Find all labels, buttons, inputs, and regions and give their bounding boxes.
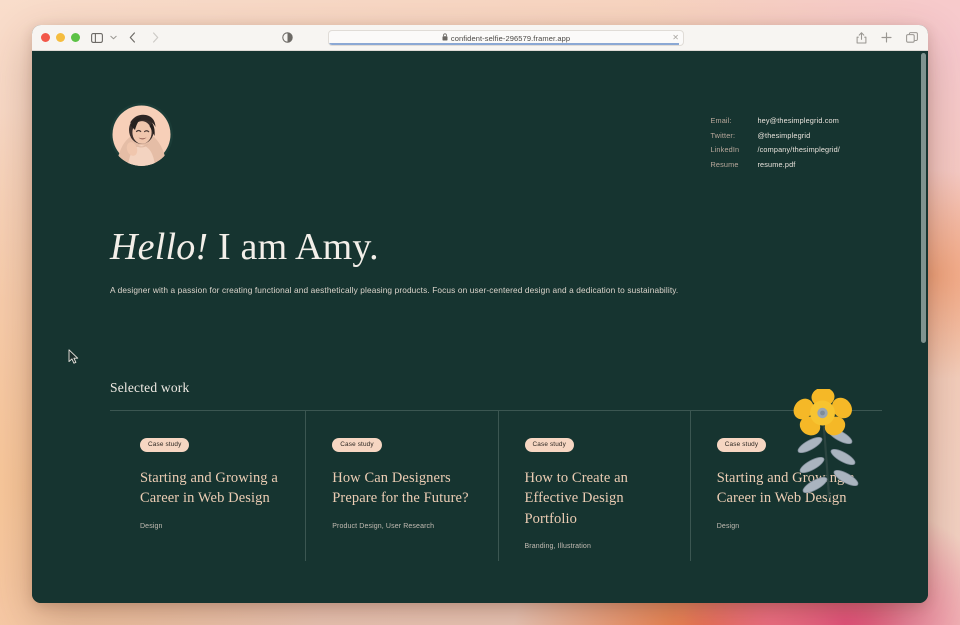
hero-section: Hello! I am Amy. A designer with a passi…	[110, 227, 882, 296]
stop-loading-icon[interactable]: ✕	[672, 34, 679, 42]
contact-value-twitter[interactable]: @thesimplegrid	[757, 129, 810, 144]
page-load-progress	[329, 43, 680, 45]
selected-work-section: Selected work Case study Starting and Gr…	[110, 380, 882, 562]
sidebar-chevron-down-icon[interactable]	[110, 35, 117, 40]
card-tags: Branding, Illustration	[524, 543, 591, 551]
card-title: Starting and Growing a Career in Web Des…	[140, 469, 278, 507]
contact-label: Resume	[710, 159, 739, 169]
contact-row: Email: hey@thesimplegrid.com	[710, 114, 840, 129]
status-badge: Case study	[332, 438, 382, 452]
browser-window: confident-selfie-296579.framer.app ✕ Ema…	[32, 25, 928, 603]
contact-value-resume[interactable]: resume.pdf	[757, 158, 795, 173]
case-study-card-list: Case study Starting and Growing a Career…	[110, 410, 882, 562]
case-study-card[interactable]: Case study How Can Designers Prepare for…	[305, 411, 497, 562]
url-text: confident-selfie-296579.framer.app	[450, 33, 571, 43]
site-header: Email: hey@thesimplegrid.com Twitter: @t…	[110, 51, 882, 172]
card-tags: Product Design, User Research	[332, 522, 435, 530]
privacy-shield-icon[interactable]	[282, 32, 293, 43]
contact-label: Email:	[710, 116, 732, 125]
window-controls	[41, 33, 80, 42]
contact-row: Twitter: @thesimplegrid	[710, 129, 840, 144]
avatar	[110, 103, 173, 166]
flower-illustration-icon	[790, 387, 882, 499]
address-bar-container: confident-selfie-296579.framer.app ✕	[328, 30, 684, 46]
page-content: Email: hey@thesimplegrid.com Twitter: @t…	[32, 51, 928, 603]
selected-work-heading: Selected work	[110, 380, 190, 396]
sidebar-icon[interactable]	[91, 32, 103, 43]
lock-icon	[442, 33, 448, 43]
card-title: How to Create an Effective Design Portfo…	[524, 469, 628, 527]
contact-label: Twitter:	[710, 130, 736, 140]
hero-name: I am Amy.	[208, 226, 379, 269]
minimize-window-button[interactable]	[56, 33, 65, 42]
back-button[interactable]	[129, 32, 136, 43]
webpage-viewport: Email: hey@thesimplegrid.com Twitter: @t…	[32, 51, 928, 603]
card-tags: Design	[140, 522, 163, 530]
contact-label: LinkedIn	[710, 145, 740, 155]
maximize-window-button[interactable]	[71, 33, 80, 42]
hero-subtitle: A designer with a passion for creating f…	[110, 284, 679, 295]
status-badge: Case study	[524, 438, 574, 452]
contact-row: LinkedIn /company/thesimplegrid/	[710, 143, 840, 158]
status-badge: Case study	[716, 438, 767, 452]
contact-value-linkedin[interactable]: /company/thesimplegrid/	[757, 143, 840, 158]
new-tab-plus-icon[interactable]	[881, 32, 892, 43]
case-study-card[interactable]: Case study How to Create an Effective De…	[497, 411, 690, 562]
hero-greeting: Hello!	[110, 226, 209, 269]
contact-value-email[interactable]: hey@thesimplegrid.com	[757, 114, 839, 129]
page-title: Hello! I am Amy.	[110, 227, 882, 267]
share-icon[interactable]	[856, 31, 867, 44]
close-window-button[interactable]	[41, 33, 50, 42]
address-bar[interactable]: confident-selfie-296579.framer.app ✕	[328, 30, 684, 46]
case-study-card[interactable]: Case study Starting and Growing a Career…	[110, 411, 305, 561]
status-badge: Case study	[140, 438, 190, 452]
toolbar-right-actions	[856, 31, 918, 44]
contact-row: Resume resume.pdf	[710, 158, 840, 173]
forward-button[interactable]	[152, 32, 159, 43]
contact-list: Email: hey@thesimplegrid.com Twitter: @t…	[710, 114, 840, 172]
card-title: How Can Designers Prepare for the Future…	[332, 469, 469, 507]
tab-overview-icon[interactable]	[906, 32, 918, 43]
browser-toolbar: confident-selfie-296579.framer.app ✕	[32, 25, 928, 51]
card-tags: Design	[716, 522, 740, 530]
